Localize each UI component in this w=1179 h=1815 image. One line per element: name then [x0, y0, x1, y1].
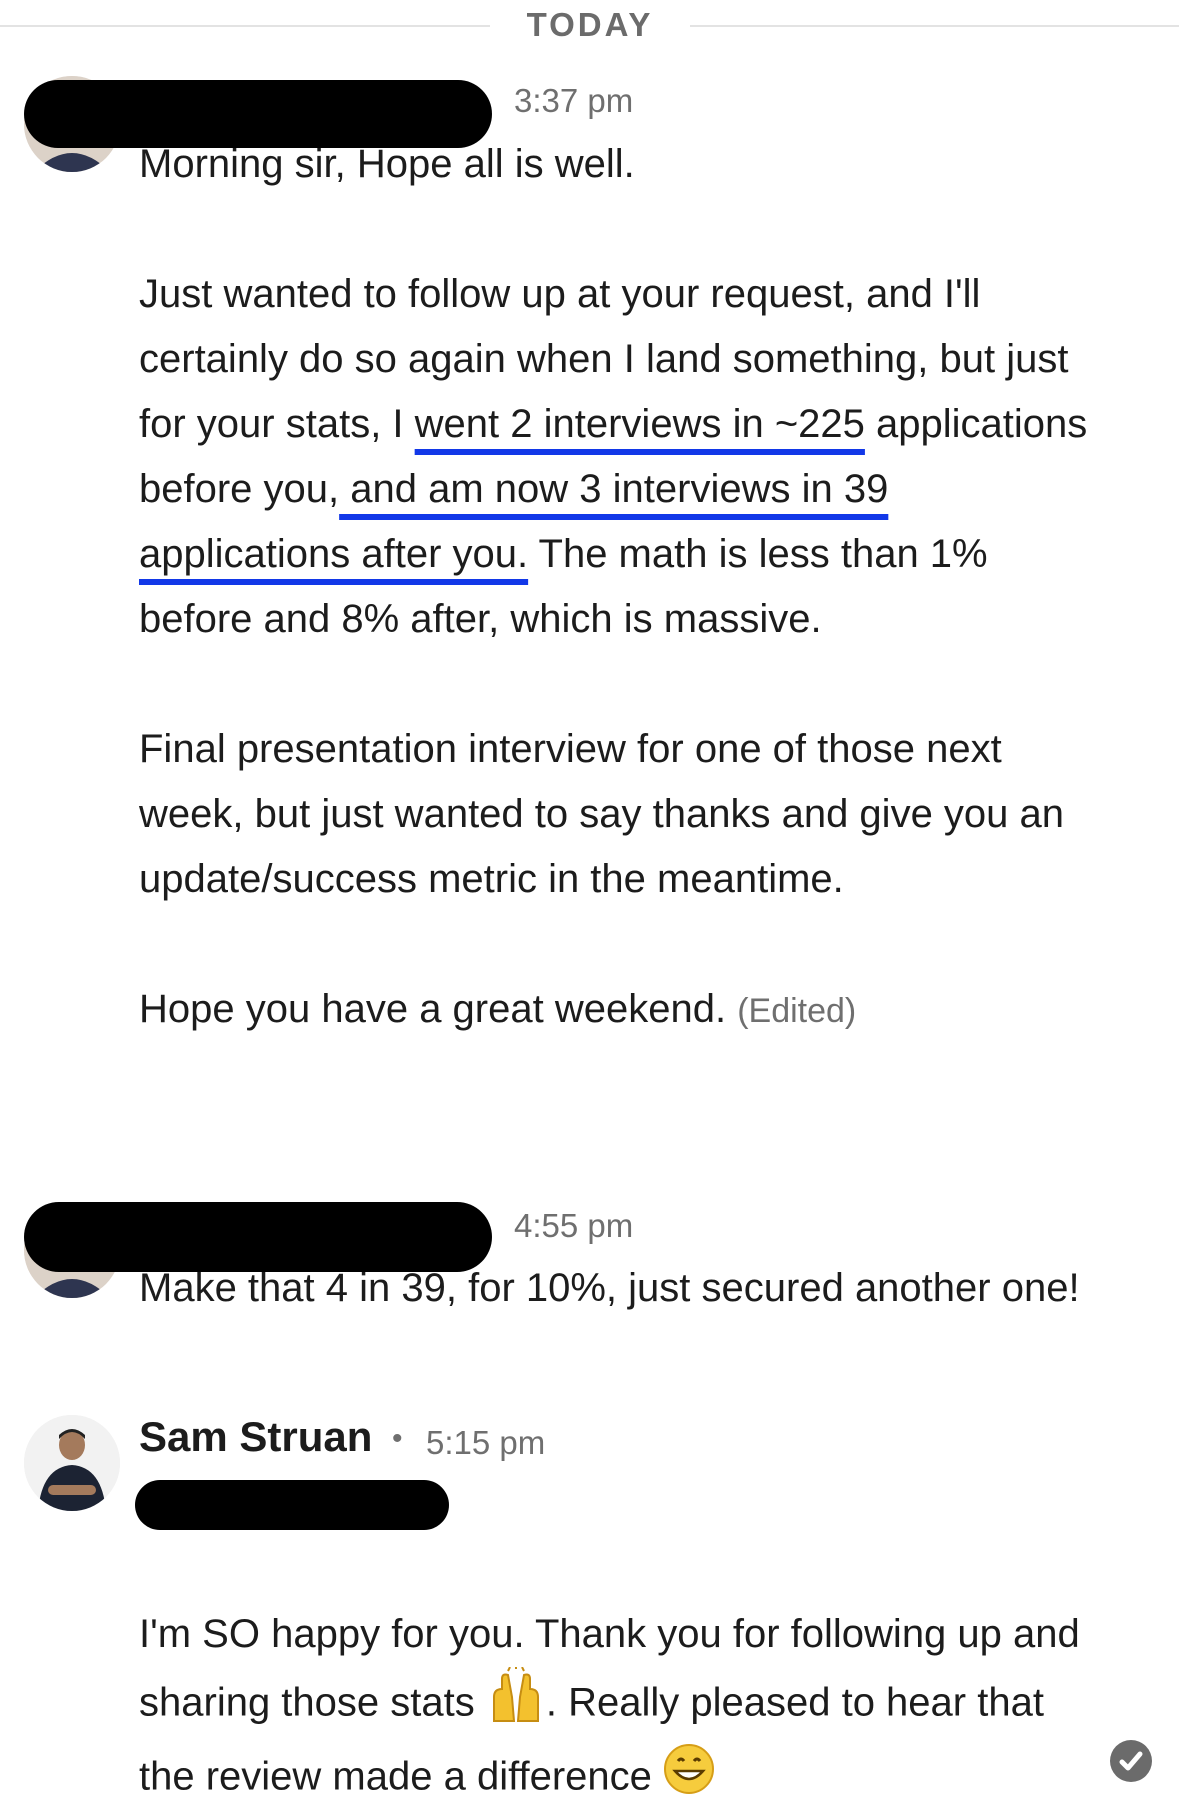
message-body: Make that 4 in 39, for 10%, just secured…: [139, 1266, 1080, 1310]
underlined-text: went 2 interviews in ~225: [414, 402, 865, 446]
message-paragraph: Just wanted to follow up at your request…: [139, 262, 1099, 652]
divider-line-right: [690, 25, 1179, 27]
raising-hands-emoji: [486, 1665, 546, 1743]
message-body: I'm SO happy for you. Thank you for foll…: [139, 1602, 1099, 1815]
message-timestamp: 5:15 pm: [426, 1424, 546, 1461]
message-paragraph: Morning sir, Hope all is well.: [139, 142, 635, 186]
text-span: Hope you have a great weekend.: [139, 987, 727, 1031]
message-timestamp: 3:37 pm: [514, 82, 634, 119]
divider-line-left: [0, 25, 490, 27]
message-paragraph: Final presentation interview for one of …: [139, 727, 1065, 901]
message-body: Morning sir, Hope all is well. Just want…: [139, 132, 1099, 1044]
paragraph-spacer: [139, 197, 1099, 262]
redacted-text: [135, 1480, 449, 1530]
separator-dot: •: [392, 1422, 403, 1455]
sam-struan-avatar[interactable]: [24, 1415, 120, 1511]
message-timestamp: 4:55 pm: [514, 1207, 634, 1244]
paragraph-spacer: [139, 912, 1099, 977]
grinning-face-emoji: [663, 1743, 715, 1815]
message-paragraph: Hope you have a great weekend. (Edited): [139, 977, 1099, 1044]
person-avatar-icon: [24, 1415, 120, 1511]
sender-name[interactable]: Sam Struan: [139, 1413, 372, 1461]
paragraph-spacer: [139, 652, 1099, 717]
day-divider-label: TODAY: [526, 6, 654, 43]
edited-label: (Edited): [737, 992, 857, 1030]
read-check-icon: [1110, 1740, 1152, 1782]
